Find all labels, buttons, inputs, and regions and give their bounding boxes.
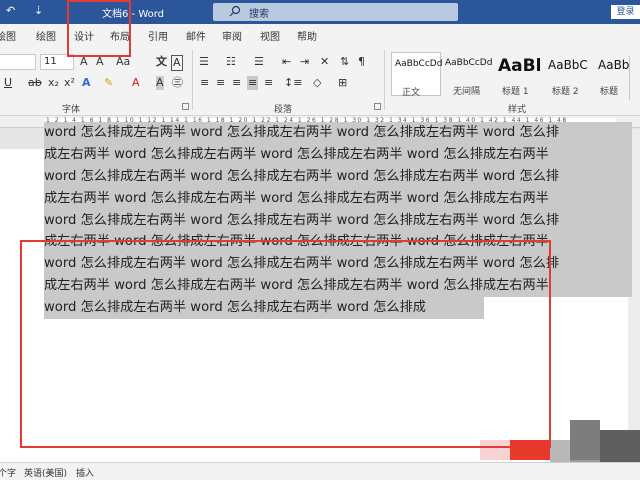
sort-icon[interactable]: ⇅: [340, 55, 349, 69]
style-name: 无间隔: [453, 87, 481, 97]
font-dialog-launcher-icon[interactable]: [182, 103, 189, 110]
style-no-spacing[interactable]: AaBbCcDd 无间隔: [443, 52, 493, 97]
search-placeholder: 搜索: [249, 9, 269, 20]
search-icon: [229, 5, 241, 17]
login-button[interactable]: 登录: [611, 5, 640, 19]
group-separator: [384, 50, 385, 110]
tab-references[interactable]: 引用: [148, 28, 168, 43]
style-sample: AaBbCcDd: [395, 59, 443, 69]
grow-font-icon[interactable]: A: [80, 55, 88, 69]
word-count[interactable]: 个字: [0, 466, 16, 479]
chinese-layout-icon[interactable]: ✕: [320, 55, 329, 69]
justify-icon[interactable]: ≡: [247, 76, 259, 90]
tab-mailings[interactable]: 邮件: [186, 28, 206, 43]
text-line: word 怎么排成左右两半 word 怎么排成左右两半 word 怎么排成左右两…: [44, 165, 632, 188]
style-sample: AaBbC: [598, 58, 629, 72]
style-sample: AaBbCcDd: [445, 58, 493, 68]
paragraph-dialog-launcher-icon[interactable]: [374, 103, 381, 110]
underline-icon[interactable]: U: [4, 76, 12, 90]
show-marks-icon[interactable]: ¶: [358, 55, 365, 69]
style-sample: AaBl: [498, 56, 542, 76]
undo-icon[interactable]: ↶: [6, 4, 15, 17]
style-name: 标题: [600, 87, 619, 96]
change-case-icon[interactable]: Aa: [116, 55, 130, 69]
annotation-box-design-tab: [67, 0, 131, 57]
style-name: 标题 2: [552, 87, 579, 96]
line-spacing-icon[interactable]: ↕≡: [284, 76, 302, 90]
quick-access-customize-icon[interactable]: ⇣: [34, 4, 43, 17]
text-line: 成左右两半 word 怎么排成左右两半 word 怎么排成左右两半 word 怎…: [44, 143, 632, 166]
char-shading-icon[interactable]: A: [156, 76, 164, 90]
shrink-font-icon[interactable]: A: [96, 55, 104, 69]
style-sample: AaBbC: [548, 58, 588, 72]
borders-icon[interactable]: ⊞: [338, 76, 347, 90]
strikethrough-icon[interactable]: ab: [28, 76, 42, 90]
style-normal[interactable]: AaBbCcDd 正文: [391, 52, 443, 98]
search-box[interactable]: 搜索: [213, 3, 458, 21]
tab-draw-partial[interactable]: 绘图: [0, 28, 16, 43]
shading-icon[interactable]: ◇: [313, 76, 321, 90]
bullets-icon[interactable]: ☰: [199, 55, 209, 69]
style-title[interactable]: AaBbC 标题: [594, 52, 629, 96]
multilevel-list-icon[interactable]: ☰: [254, 55, 264, 69]
distributed-icon[interactable]: ≡: [264, 76, 273, 90]
text-line: word 怎么排成左右两半 word 怎么排成左右两半 word 怎么排成左右两…: [44, 122, 632, 144]
tab-review[interactable]: 审阅: [222, 28, 242, 43]
annotation-box-text: [20, 240, 551, 448]
text-effects-icon[interactable]: A: [82, 76, 91, 90]
char-border-icon[interactable]: A: [171, 55, 183, 71]
style-name: 标题 1: [502, 87, 529, 96]
subscript-icon[interactable]: x₂: [48, 76, 59, 90]
enclose-char-icon[interactable]: ㊂: [172, 76, 183, 90]
text-line: word 怎么排成左右两半 word 怎么排成左右两半 word 怎么排成左右两…: [44, 209, 632, 232]
increase-indent-icon[interactable]: ⇥: [300, 55, 309, 69]
mosaic-patch: [570, 420, 600, 460]
group-styles-label: 样式: [508, 105, 527, 115]
align-right-icon[interactable]: ≡: [232, 76, 241, 90]
tab-draw[interactable]: 绘图: [36, 28, 56, 43]
tab-view[interactable]: 视图: [260, 28, 280, 43]
status-bar: 个字 英语(美国) 插入: [0, 462, 640, 480]
group-separator: [192, 50, 193, 110]
styles-gallery-scroll[interactable]: [629, 56, 640, 100]
align-left-icon[interactable]: ≡: [200, 76, 209, 90]
group-paragraph-label: 段落: [274, 105, 293, 115]
tab-help[interactable]: 帮助: [297, 28, 317, 43]
numbering-icon[interactable]: ☷: [226, 55, 236, 69]
decrease-indent-icon[interactable]: ⇤: [282, 55, 291, 69]
align-center-icon[interactable]: ≡: [216, 76, 225, 90]
font-name-combo[interactable]: [0, 54, 36, 70]
superscript-icon[interactable]: x²: [64, 76, 75, 90]
clear-format-icon[interactable]: 文: [156, 55, 167, 69]
highlight-icon[interactable]: ✎: [104, 76, 113, 90]
style-heading-1[interactable]: AaBl 标题 1: [494, 52, 542, 96]
font-color-icon[interactable]: A: [132, 76, 140, 90]
style-heading-2[interactable]: AaBbC 标题 2: [544, 52, 592, 96]
language-indicator[interactable]: 英语(美国): [24, 466, 67, 479]
text-line: 成左右两半 word 怎么排成左右两半 word 怎么排成左右两半 word 怎…: [44, 187, 632, 210]
style-name: 正文: [402, 88, 421, 98]
group-font-label: 字体: [62, 105, 81, 115]
insert-mode-indicator[interactable]: 插入: [76, 466, 94, 479]
